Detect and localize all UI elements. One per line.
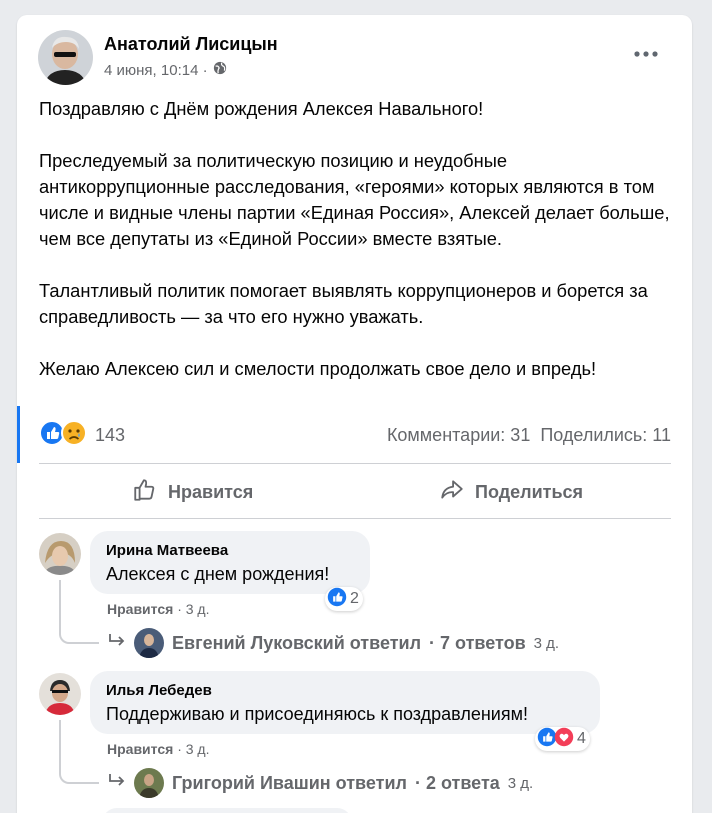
- comment-time[interactable]: · 3 д.: [177, 601, 209, 617]
- post-date[interactable]: 4 июня, 10:14 ·: [104, 62, 208, 79]
- replies-link[interactable]: Григорий Ивашин ответил · 2 ответа 3 д.: [108, 768, 533, 798]
- comment-reaction-count: 2: [350, 590, 359, 607]
- reply-time: 3 д.: [533, 634, 560, 652]
- post-paragraph: Преследуемый за политическую позицию и н…: [39, 150, 670, 249]
- shares-count-link[interactable]: Поделились: 11: [540, 425, 671, 446]
- reply-author: Евгений Луковский ответил: [172, 632, 422, 653]
- comment-bubble: Ирина Матвеева Алексея с днем рождения!: [90, 531, 370, 594]
- comment-like-link[interactable]: Нравится: [107, 741, 173, 757]
- love-reaction-icon: [554, 727, 574, 752]
- comment-reactions[interactable]: 4: [535, 727, 590, 751]
- reaction-count[interactable]: 143: [95, 425, 125, 446]
- focus-indicator: [17, 406, 20, 463]
- commenter-avatar[interactable]: [39, 673, 81, 715]
- reply-arrow-icon: [108, 633, 126, 654]
- globe-icon: [213, 61, 227, 79]
- share-button[interactable]: Поделиться: [439, 476, 583, 508]
- commenter-name[interactable]: Илья Лебедев: [106, 681, 584, 701]
- author-avatar[interactable]: [38, 30, 93, 85]
- reply-author: Григорий Ивашин ответил: [172, 772, 407, 793]
- comment-meta: Нравится · 3 д.: [107, 601, 209, 617]
- comment-reactions[interactable]: 2: [325, 587, 363, 611]
- post-paragraph: Талантливый политик помогает выявлять ко…: [39, 280, 648, 327]
- post-meta: 4 июня, 10:14 ·: [104, 61, 227, 79]
- more-options-button[interactable]: [630, 40, 662, 68]
- replies-link[interactable]: Евгений Луковский ответил · 7 ответов 3 …: [108, 628, 559, 658]
- comment-text: Алексея с днем рождения!: [106, 564, 330, 584]
- reply-count: · 7 ответов: [429, 632, 526, 653]
- share-button-label: Поделиться: [475, 481, 584, 502]
- comment-time[interactable]: · 3 д.: [177, 741, 209, 757]
- reaction-icons[interactable]: [39, 419, 87, 451]
- reactions-summary: 143 Комментарии: 31 Поделились: 11: [39, 419, 671, 451]
- comment-bubble: [102, 808, 352, 813]
- comment-like-link[interactable]: Нравится: [107, 601, 173, 617]
- replier-avatar: [134, 768, 164, 798]
- reply-arrow-icon: [108, 773, 126, 794]
- like-button[interactable]: Нравится: [132, 476, 253, 508]
- comment-meta: Нравится · 3 д.: [107, 741, 209, 757]
- author-name[interactable]: Анатолий Лисицын: [104, 34, 278, 55]
- share-arrow-icon: [439, 477, 465, 508]
- comment-bubble: Илья Лебедев Поддерживаю и присоединяюсь…: [90, 671, 600, 734]
- reply-count: · 2 ответа: [414, 772, 500, 793]
- like-reaction-icon: [327, 587, 347, 612]
- post-text: Поздравляю с Днём рождения Алексея Навал…: [39, 96, 679, 408]
- comment-reaction-count: 4: [577, 730, 586, 747]
- comments-count-link[interactable]: Комментарии: 31: [387, 425, 530, 446]
- thread-connector: [59, 720, 99, 784]
- commenter-name[interactable]: Ирина Матвеева: [106, 541, 354, 561]
- reply-time: 3 д.: [507, 774, 534, 792]
- divider: [39, 518, 671, 519]
- thread-connector: [59, 580, 99, 644]
- replier-avatar: [134, 628, 164, 658]
- sad-reaction-icon: [61, 419, 87, 451]
- comment-text: Поддерживаю и присоединяюсь к поздравлен…: [106, 704, 528, 724]
- like-button-label: Нравится: [168, 481, 254, 502]
- post-paragraph: Поздравляю с Днём рождения Алексея Навал…: [39, 98, 484, 119]
- divider: [39, 463, 671, 464]
- post-paragraph: Желаю Алексею сил и смелости продолжать …: [39, 358, 597, 379]
- thumbs-up-icon: [132, 477, 158, 508]
- post-stats: Комментарии: 31 Поделились: 11: [387, 425, 671, 446]
- commenter-avatar[interactable]: [39, 533, 81, 575]
